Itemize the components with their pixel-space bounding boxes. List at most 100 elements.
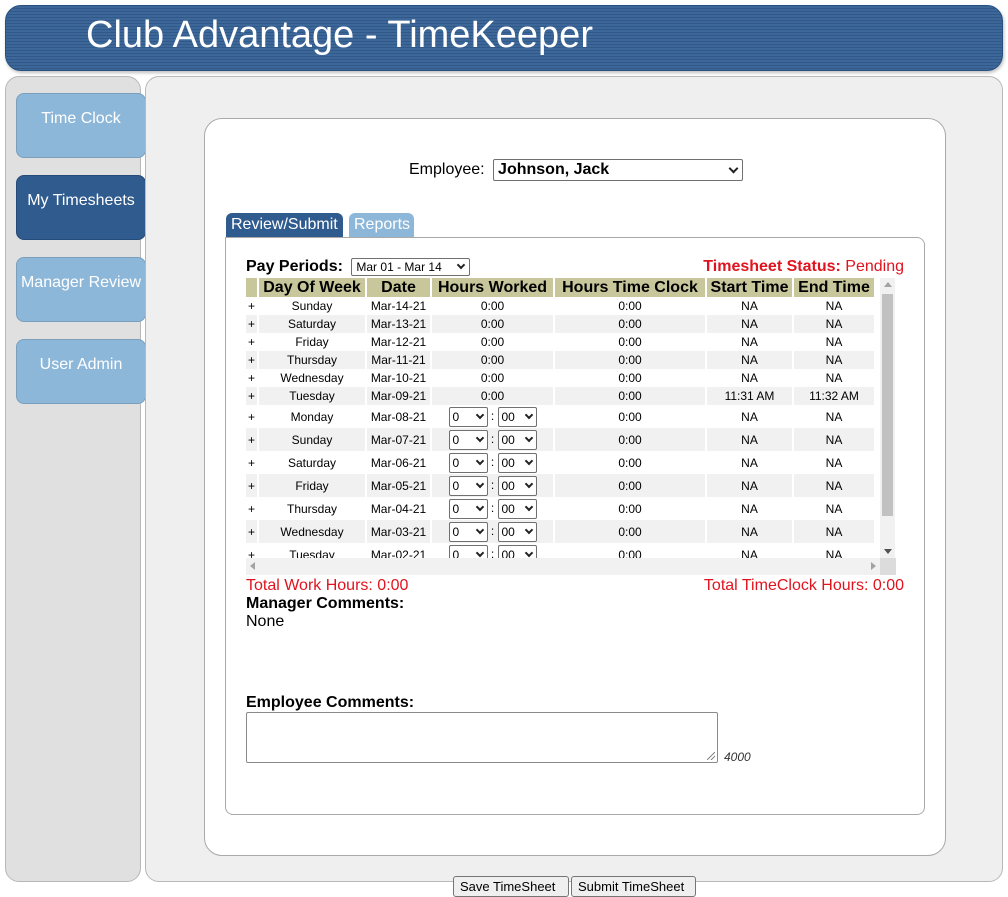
column-header-date: Date (367, 278, 430, 297)
cell-hours-worked: 0:00 (432, 351, 553, 369)
minutes-select-value: 00 (501, 409, 515, 424)
cell-hours-worked: 0:00 (432, 474, 553, 497)
pay-periods-row: Pay Periods: Mar 01 - Mar 14 (246, 258, 471, 276)
timesheet-status-label: Timesheet Status: (703, 258, 841, 275)
expand-row-toggle[interactable]: + (246, 451, 257, 474)
app-title: Club Advantage - TimeKeeper (86, 14, 593, 56)
scrollbar-thumb[interactable] (882, 294, 893, 516)
minutes-select[interactable]: 00 (497, 475, 537, 496)
scroll-right-icon[interactable] (871, 562, 876, 570)
hours-select-value: 0 (452, 478, 460, 493)
expand-row-toggle[interactable]: + (246, 497, 257, 520)
vertical-scrollbar[interactable] (880, 278, 895, 558)
expand-row-toggle[interactable]: + (246, 387, 257, 405)
table-row: + Tuesday Mar-09-21 0:00 0:00 11:31 AM 11:32 A… (246, 387, 874, 405)
table-row: + Friday Mar-12-21 0:00 0:00 NA NA (246, 333, 874, 351)
pay-periods-select[interactable]: Mar 01 - Mar 14 (351, 258, 471, 276)
cell-hours-time-clock: 0:00 (555, 297, 705, 315)
employee-comments-label: Employee Comments: (246, 694, 415, 711)
expand-row-toggle[interactable]: + (246, 428, 257, 451)
minutes-select[interactable]: 00 (497, 429, 537, 450)
pay-periods-selected-value: Mar 01 - Mar 14 (356, 260, 442, 274)
cell-hours-worked: 0:00 (432, 369, 553, 387)
hours-select-value: 0 (452, 524, 460, 539)
expand-row-toggle[interactable]: + (246, 315, 257, 333)
cell-hours-worked: 0:00 (432, 451, 553, 474)
expand-row-toggle[interactable]: + (246, 520, 257, 543)
expand-row-toggle[interactable]: + (246, 333, 257, 351)
cell-end-time: NA (794, 333, 874, 351)
column-header-end-time: End Time (794, 278, 874, 297)
cell-hours-time-clock: 0:00 (555, 315, 705, 333)
expand-row-toggle[interactable]: + (246, 351, 257, 369)
scroll-down-icon[interactable] (884, 549, 892, 554)
employee-selected-value: Johnson, Jack (498, 161, 610, 178)
nav-manager-review[interactable]: Manager Review (16, 257, 146, 322)
chevron-down-icon (728, 163, 739, 174)
expand-row-toggle[interactable]: + (246, 369, 257, 387)
nav-user-admin[interactable]: User Admin (16, 339, 146, 404)
cell-hours-time-clock: 0:00 (555, 387, 705, 405)
cell-start-time: NA (707, 333, 792, 351)
column-header-day: Day Of Week (259, 278, 365, 297)
tab-review-submit[interactable]: Review/Submit (226, 213, 343, 239)
review-submit-panel: Pay Periods: Mar 01 - Mar 14 Timesheet S… (225, 237, 925, 815)
hours-select[interactable]: 0 (448, 521, 488, 542)
table-row: + Saturday Mar-06-21 0:00 0:00 NA NA (246, 451, 874, 474)
minutes-select-value: 00 (501, 501, 515, 516)
hours-select[interactable]: 0 (448, 452, 488, 473)
hours-select[interactable]: 0 (448, 498, 488, 519)
hours-select[interactable]: 0 (448, 475, 488, 496)
minutes-select[interactable]: 00 (497, 498, 537, 519)
resize-grip-icon[interactable] (707, 752, 715, 760)
cell-hours-worked: 0:00 (432, 428, 553, 451)
hours-select-value: 0 (452, 455, 460, 470)
nav-my-timesheets[interactable]: My Timesheets (16, 175, 146, 240)
chevron-down-icon (524, 456, 533, 465)
horizontal-scrollbar[interactable] (246, 558, 880, 575)
cell-hours-time-clock: 0:00 (555, 520, 705, 543)
total-work-hours: Total Work Hours: 0:00 (246, 577, 409, 594)
chevron-down-icon (475, 548, 484, 557)
cell-day-of-week: Sunday (259, 428, 365, 451)
expand-row-toggle[interactable]: + (246, 405, 257, 428)
minutes-select[interactable]: 00 (497, 452, 537, 473)
minutes-select[interactable]: 00 (497, 406, 537, 427)
cell-hours-time-clock: 0:00 (555, 369, 705, 387)
cell-hours-time-clock: 0:00 (555, 351, 705, 369)
column-header-start-time: Start Time (707, 278, 792, 297)
expand-row-toggle[interactable]: + (246, 297, 257, 315)
employee-select[interactable]: Johnson, Jack (493, 159, 744, 181)
cell-start-time: NA (707, 315, 792, 333)
hours-select[interactable]: 0 (448, 406, 488, 427)
minutes-select-value: 00 (501, 478, 515, 493)
cell-date: Mar-11-21 (367, 351, 430, 369)
cell-day-of-week: Thursday (259, 497, 365, 520)
employee-comments-textarea[interactable] (246, 712, 718, 763)
scrollbar-corner (880, 558, 896, 575)
cell-start-time: NA (707, 297, 792, 315)
chevron-down-icon (475, 502, 484, 511)
time-separator: : (490, 523, 495, 538)
pay-periods-label: Pay Periods: (246, 258, 343, 276)
cell-date: Mar-10-21 (367, 369, 430, 387)
scroll-up-icon[interactable] (884, 282, 892, 287)
nav-time-clock[interactable]: Time Clock (16, 93, 146, 158)
cell-date: Mar-13-21 (367, 315, 430, 333)
table-row: + Wednesday Mar-03-21 0:00 0:00 NA NA (246, 520, 874, 543)
minutes-select[interactable]: 00 (497, 521, 537, 542)
time-separator: : (490, 477, 495, 492)
cell-end-time: NA (794, 315, 874, 333)
employee-row: Employee: Johnson, Jack (409, 159, 744, 181)
tab-reports[interactable]: Reports (349, 213, 414, 239)
chevron-down-icon (475, 433, 484, 442)
timesheet-card: Employee: Johnson, Jack Review/Submit Re… (204, 118, 946, 897)
cell-hours-worked: 0:00 (432, 315, 553, 333)
minutes-select-value: 00 (501, 524, 515, 539)
time-separator: : (490, 454, 495, 469)
chevron-down-icon (475, 525, 484, 534)
expand-row-toggle[interactable]: + (246, 474, 257, 497)
hours-select[interactable]: 0 (448, 429, 488, 450)
scroll-left-icon[interactable] (250, 562, 255, 570)
chevron-down-icon (524, 548, 533, 557)
